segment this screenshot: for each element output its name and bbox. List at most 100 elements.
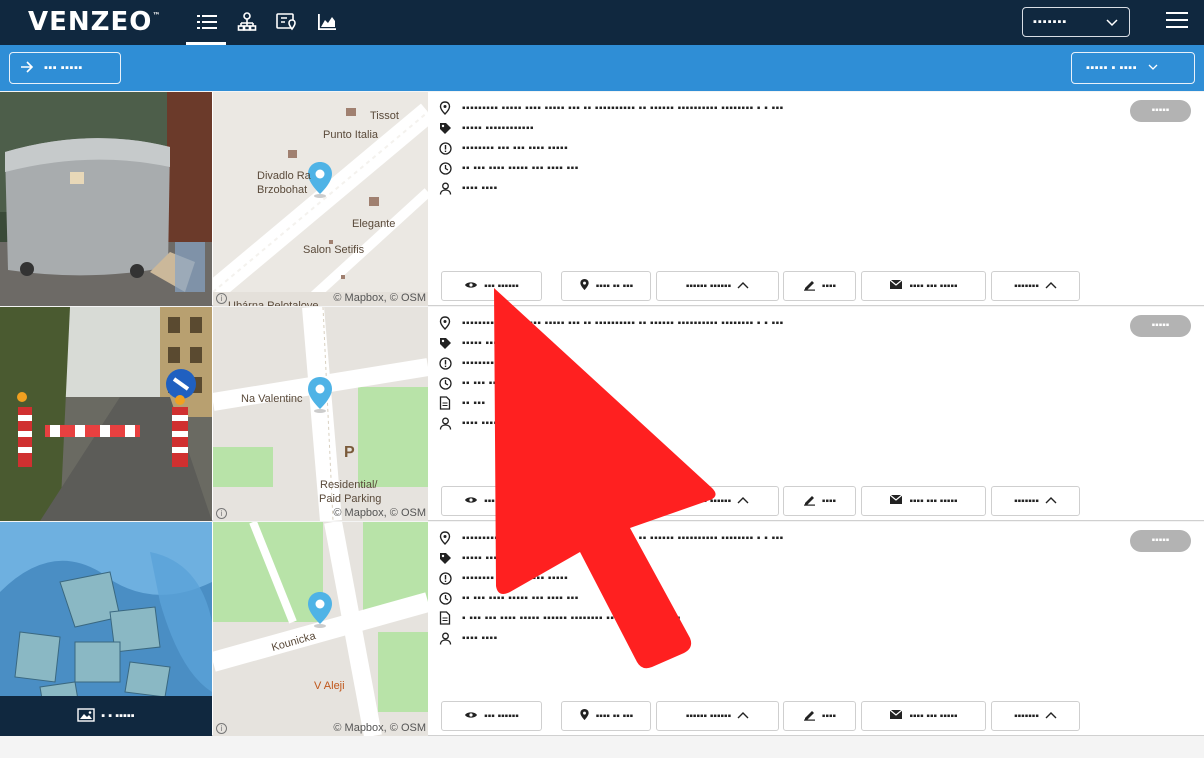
view-button-label: ▪▪▪ ▪▪▪▪▪▪	[484, 710, 519, 722]
sort-dropdown-button[interactable]: ▪▪▪▪▪ ▪ ▪▪▪▪	[1071, 52, 1195, 84]
detail-address: ▪▪▪▪▪▪▪▪▪ ▪▪▪▪▪ ▪▪▪▪ ▪▪▪▪▪ ▪▪▪ ▪▪ ▪▪▪▪▪▪…	[438, 313, 1118, 333]
photo-caption-text: ▪ ▪ ▪▪▪▪▪	[101, 710, 135, 722]
edit-button[interactable]: ▪▪▪▪	[783, 486, 856, 516]
location-pin-icon	[438, 101, 452, 115]
report-map[interactable]: Kounicka V Aleji © Mapbox, © OSM i	[213, 522, 428, 736]
location-pin-icon	[579, 493, 590, 509]
svg-text:P: P	[344, 444, 355, 461]
map-info-icon[interactable]: i	[216, 723, 227, 734]
alert-circle-icon	[438, 356, 452, 370]
mail-button[interactable]: ▪▪▪▪ ▪▪▪ ▪▪▪▪▪	[861, 486, 986, 516]
back-button[interactable]: ▪▪▪ ▪▪▪▪▪	[9, 52, 121, 84]
view-button[interactable]: ▪▪▪ ▪▪▪▪▪▪	[441, 701, 542, 731]
detail-category-text: ▪▪▪▪▪ ▪▪▪▪▪▪▪▪▪▪▪▪	[462, 122, 535, 134]
chevron-up-icon	[1045, 281, 1057, 292]
detail-user: ▪▪▪▪ ▪▪▪▪	[438, 628, 1118, 648]
location-pin-icon	[438, 531, 452, 545]
report-details: ▪▪▪▪▪▪▪▪▪ ▪▪▪▪▪ ▪▪▪▪ ▪▪▪▪▪ ▪▪▪ ▪▪ ▪▪▪▪▪▪…	[438, 528, 1118, 648]
more-dropdown-button-label: ▪▪▪▪▪▪ ▪▪▪▪▪▪	[685, 710, 732, 722]
chevron-down-icon	[1105, 13, 1119, 36]
edit-button[interactable]: ▪▪▪▪	[783, 701, 856, 731]
list-view-icon[interactable]	[194, 10, 220, 34]
detail-time-text: ▪▪ ▪▪▪ ▪▪▪▪ ▪▪▪▪▪ ▪▪▪ ▪▪▪▪ ▪▪▪	[462, 162, 579, 174]
detail-status-text: ▪▪▪▪▪▪▪▪ ▪▪▪ ▪▪▪ ▪▪▪▪ ▪▪▪▪▪	[438, 568, 1118, 588]
report-row[interactable]: ▪ ▪ ▪▪▪▪▪ Kounicka V Aleji © Mapbox, © OS…	[0, 522, 1204, 736]
report-map[interactable]: P Na Valentinc Residential/Paid Parking ©…	[213, 307, 428, 521]
map-info-icon[interactable]: i	[216, 293, 227, 304]
map-label: Residential/	[320, 479, 378, 491]
eye-icon	[464, 495, 478, 508]
eye-icon	[464, 280, 478, 293]
clock-icon	[438, 161, 452, 175]
hamburger-menu-icon[interactable]	[1166, 12, 1188, 32]
tag-icon	[438, 551, 452, 565]
detail-address: ▪▪▪▪▪▪▪▪▪ ▪▪▪▪▪ ▪▪▪▪ ▪▪▪▪▪ ▪▪▪ ▪▪ ▪▪▪▪▪▪…	[438, 98, 1118, 118]
options-dropdown-button[interactable]: ▪▪▪▪▪▪▪	[991, 701, 1080, 731]
edit-button-label: ▪▪▪▪	[821, 495, 837, 507]
mail-button[interactable]: ▪▪▪▪ ▪▪▪ ▪▪▪▪▪	[861, 271, 986, 301]
mail-button-label: ▪▪▪▪ ▪▪▪ ▪▪▪▪▪	[909, 710, 958, 722]
user-icon	[438, 416, 452, 430]
locate-button[interactable]: ▪▪▪▪ ▪▪ ▪▪▪	[561, 271, 651, 301]
report-row[interactable]: Tissot Punto Italia Divadlo Ra Brzobohat Ele…	[0, 92, 1204, 306]
map-info-icon[interactable]: i	[216, 508, 227, 519]
detail-time-text: ▪▪ ▪▪▪ ▪▪▪▪ ▪▪▪▪▪ ▪▪▪ ▪▪▪▪ ▪▪▪	[462, 377, 579, 389]
detail-status-text: ▪▪▪▪▪▪▪▪ ▪▪▪ ▪▪▪ ▪▪▪▪ ▪▪▪▪▪	[438, 138, 1118, 158]
chevron-up-icon	[1045, 496, 1057, 507]
tag-icon	[438, 121, 452, 135]
pencil-icon	[803, 494, 816, 509]
detail-time-text: ▪▪ ▪▪▪ ▪▪▪▪ ▪▪▪▪▪ ▪▪▪ ▪▪▪▪ ▪▪▪	[462, 592, 579, 604]
detail-address: ▪▪▪▪▪▪▪▪▪ ▪▪▪▪▪ ▪▪▪▪ ▪▪▪▪▪ ▪▪▪ ▪▪ ▪▪▪▪▪▪…	[438, 528, 1118, 548]
map-attribution[interactable]: © Mapbox, © OSM	[333, 722, 426, 734]
map-attribution[interactable]: © Mapbox, © OSM	[333, 507, 426, 519]
mail-icon	[889, 279, 903, 293]
map-label: Punto Italia	[323, 129, 379, 141]
chevron-up-icon	[737, 711, 749, 722]
status-badge: ▪▪▪▪▪	[1130, 530, 1191, 552]
document-icon	[438, 611, 452, 625]
view-button[interactable]: ▪▪▪ ▪▪▪▪▪▪	[441, 271, 542, 301]
locate-button-label: ▪▪▪▪ ▪▪ ▪▪▪	[595, 280, 634, 292]
options-dropdown-button[interactable]: ▪▪▪▪▪▪▪	[991, 271, 1080, 301]
report-details: ▪▪▪▪▪▪▪▪▪ ▪▪▪▪▪ ▪▪▪▪ ▪▪▪▪▪ ▪▪▪ ▪▪ ▪▪▪▪▪▪…	[438, 313, 1118, 433]
view-button[interactable]: ▪▪▪ ▪▪▪▪▪▪	[441, 486, 542, 516]
report-map[interactable]: Tissot Punto Italia Divadlo Ra Brzobohat Ele…	[213, 92, 428, 306]
chart-icon[interactable]	[314, 10, 340, 34]
detail-address-text: ▪▪▪▪▪▪▪▪▪ ▪▪▪▪▪ ▪▪▪▪ ▪▪▪▪▪ ▪▪▪ ▪▪ ▪▪▪▪▪▪…	[462, 102, 784, 114]
footer-strip	[0, 737, 1204, 758]
top-select-dropdown[interactable]: ▪▪▪▪▪▪▪	[1022, 7, 1130, 37]
detail-user-text: ▪▪▪▪ ▪▪▪▪	[462, 417, 498, 429]
detail-category: ▪▪▪▪▪ ▪▪▪▪▪▪▪▪▪▪▪▪ ▪▪▪▪	[438, 333, 1118, 353]
pencil-icon	[803, 279, 816, 294]
detail-category: ▪▪▪▪▪ ▪▪▪▪▪▪▪▪▪▪▪▪	[438, 548, 1118, 568]
arrow-right-icon	[20, 60, 34, 76]
mail-button[interactable]: ▪▪▪▪ ▪▪▪ ▪▪▪▪▪	[861, 701, 986, 731]
report-photo[interactable]	[0, 92, 212, 306]
detail-note: ▪▪ ▪▪▪	[438, 393, 1118, 413]
map-label: V Aleji	[314, 680, 345, 692]
map-label: Elegante	[352, 218, 396, 230]
report-photo[interactable]	[0, 307, 212, 521]
locate-button[interactable]: ▪▪▪▪ ▪▪ ▪▪▪	[561, 701, 651, 731]
alert-circle-icon	[438, 571, 452, 585]
report-row[interactable]: P Na Valentinc Residential/Paid Parking ©…	[0, 307, 1204, 521]
detail-note: ▪ ▪▪▪ ▪▪▪ ▪▪▪▪ ▪▪▪▪▪ ▪▪▪▪▪▪ ▪▪▪▪▪▪▪▪ ▪▪▪…	[438, 608, 1118, 628]
chevron-up-icon	[737, 281, 749, 292]
locate-button[interactable]: ▪▪▪▪ ▪▪ ▪▪▪	[561, 486, 651, 516]
map-pin-card-icon[interactable]	[274, 10, 300, 34]
map-attribution[interactable]: © Mapbox, © OSM	[333, 292, 426, 304]
options-dropdown-button-label: ▪▪▪▪▪▪▪	[1014, 710, 1039, 722]
options-dropdown-button[interactable]: ▪▪▪▪▪▪▪	[991, 486, 1080, 516]
user-icon	[438, 181, 452, 195]
chevron-up-icon	[737, 496, 749, 507]
hierarchy-icon[interactable]	[234, 10, 260, 34]
venzeo-logo[interactable]: VENZEO™	[28, 7, 161, 37]
more-dropdown-button[interactable]: ▪▪▪▪▪▪ ▪▪▪▪▪▪	[656, 271, 779, 301]
edit-button[interactable]: ▪▪▪▪	[783, 271, 856, 301]
detail-time: ▪▪ ▪▪▪ ▪▪▪▪ ▪▪▪▪▪ ▪▪▪ ▪▪▪▪ ▪▪▪	[438, 158, 1118, 178]
more-dropdown-button[interactable]: ▪▪▪▪▪▪ ▪▪▪▪▪▪	[656, 701, 779, 731]
document-icon	[438, 396, 452, 410]
more-dropdown-button[interactable]: ▪▪▪▪▪▪ ▪▪▪▪▪▪	[656, 486, 779, 516]
report-photo[interactable]: ▪ ▪ ▪▪▪▪▪	[0, 522, 212, 736]
photo-gallery-caption[interactable]: ▪ ▪ ▪▪▪▪▪	[0, 696, 212, 736]
